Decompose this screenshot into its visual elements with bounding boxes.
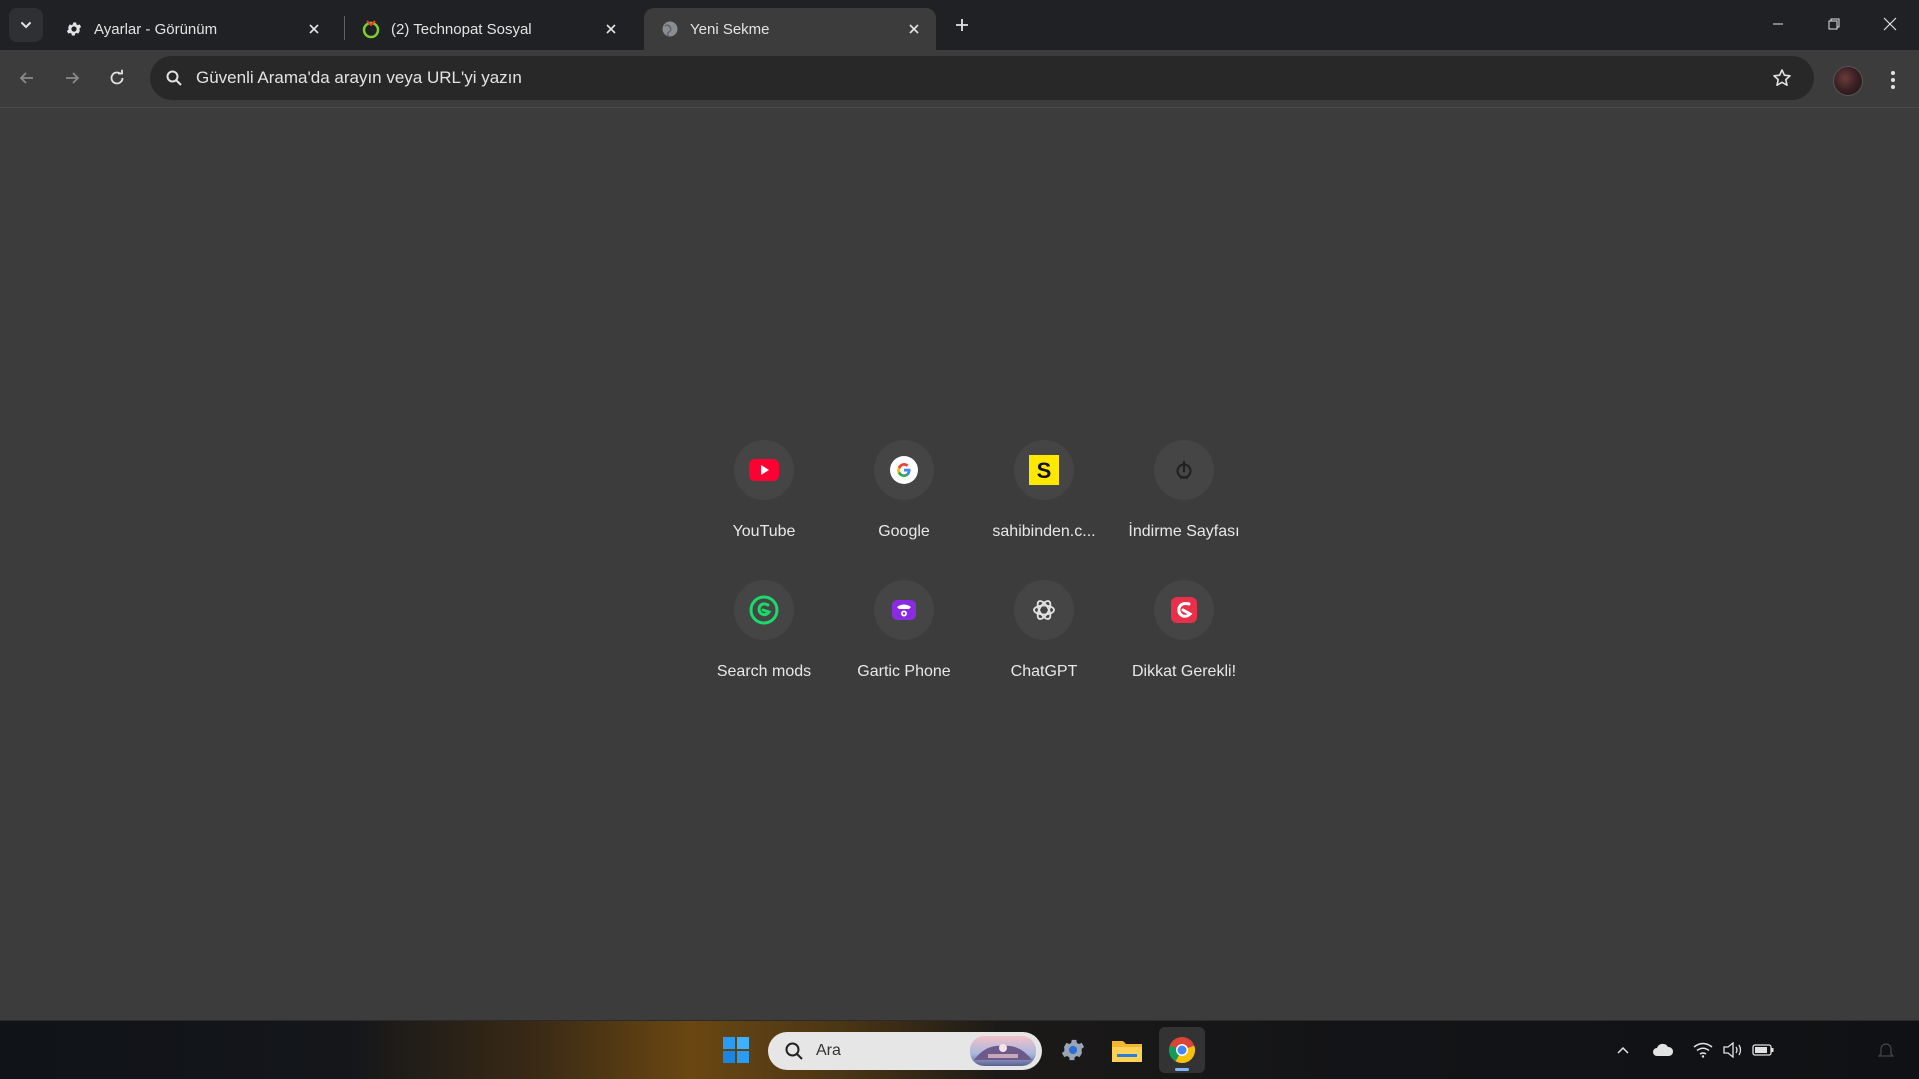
restore-button[interactable] (1806, 0, 1862, 48)
address-bar[interactable]: Güvenli Arama'da arayın veya URL'yi yazı… (150, 56, 1814, 100)
close-icon[interactable] (904, 19, 924, 39)
shortcut-google[interactable]: Google (834, 436, 974, 554)
shortcut-grid: YouTube Google S sahibinden.c... İndirme… (694, 436, 1254, 694)
close-icon[interactable] (304, 19, 324, 39)
tab-strip: Ayarlar - Görünüm (2) Technopat Sosyal Y… (0, 0, 1919, 50)
tray-notifications[interactable] (1873, 1035, 1899, 1065)
chrome-icon (1168, 1037, 1196, 1064)
taskbar-chrome[interactable] (1159, 1027, 1205, 1073)
shortcut-label: Dikkat Gerekli! (1131, 663, 1237, 680)
tray-onedrive[interactable] (1650, 1035, 1676, 1065)
shortcut-label: Gartic Phone (857, 663, 951, 680)
battery-icon (1752, 1044, 1774, 1056)
close-icon (1883, 17, 1897, 31)
cloud-icon (1653, 1043, 1674, 1056)
windows-start-icon (723, 1037, 749, 1063)
taskbar-search[interactable]: Ara (768, 1032, 1042, 1070)
browser-menu-button[interactable] (1877, 64, 1909, 96)
toolbar: Güvenli Arama'da arayın veya URL'yi yazı… (0, 50, 1919, 108)
tab-new-tab[interactable]: Yeni Sekme (644, 8, 936, 50)
attention-icon (1154, 580, 1214, 640)
globe-icon (660, 19, 680, 39)
reload-button[interactable] (100, 61, 134, 95)
minimize-button[interactable] (1750, 0, 1806, 48)
google-icon (874, 440, 934, 500)
shortcut-label: Google (878, 523, 930, 540)
gear-icon (64, 19, 84, 39)
bell-icon (1878, 1043, 1894, 1057)
shortcut-label: sahibinden.c... (992, 523, 1096, 540)
arrow-right-icon (66, 72, 80, 84)
taskbar-settings[interactable] (1050, 1027, 1096, 1073)
volume-icon (1723, 1042, 1742, 1058)
shortcut-label: ChatGPT (1010, 663, 1078, 680)
plus-icon (956, 19, 968, 31)
shortcut-gartic-phone[interactable]: Gartic Phone (834, 576, 974, 694)
youtube-icon (734, 440, 794, 500)
file-explorer-icon (1112, 1041, 1142, 1062)
new-tab-button[interactable] (947, 10, 977, 40)
chevron-up-icon (1617, 1046, 1629, 1054)
close-window-button[interactable] (1862, 0, 1918, 48)
shortcut-download-page[interactable]: İndirme Sayfası (1114, 436, 1254, 554)
tray-volume[interactable] (1720, 1035, 1746, 1065)
taskbar-file-explorer[interactable] (1104, 1027, 1150, 1073)
minimize-icon (1773, 23, 1783, 25)
gartic-phone-icon (874, 580, 934, 640)
tab-title: Yeni Sekme (690, 20, 770, 38)
shortcut-attention-required[interactable]: Dikkat Gerekli! (1114, 576, 1254, 694)
tray-wifi[interactable] (1690, 1035, 1716, 1065)
bookmark-star-icon[interactable] (1766, 62, 1798, 94)
search-mods-icon (734, 580, 794, 640)
chevron-down-icon (21, 22, 31, 29)
tab-title: Ayarlar - Görünüm (94, 20, 218, 38)
sahibinden-icon: S (1014, 440, 1074, 500)
technopat-icon (361, 19, 381, 39)
shortcut-search-mods[interactable]: Search mods (694, 576, 834, 694)
kebab-menu-icon (1891, 71, 1895, 89)
svg-text:S: S (1037, 458, 1052, 483)
search-icon (162, 66, 186, 90)
chatgpt-icon (1014, 580, 1074, 640)
tray-battery[interactable] (1750, 1035, 1776, 1065)
windows-start-button[interactable] (713, 1027, 759, 1073)
show-hidden-icons-button[interactable] (1610, 1035, 1636, 1065)
search-highlight-image (970, 1036, 1036, 1066)
tab-settings[interactable]: Ayarlar - Görünüm (48, 8, 336, 50)
shortcut-label: YouTube (732, 523, 796, 540)
taskbar-search-text: Ara (816, 1042, 841, 1059)
close-icon[interactable] (601, 19, 621, 39)
shortcut-sahibinden[interactable]: S sahibinden.c... (974, 436, 1114, 554)
back-button[interactable] (10, 61, 44, 95)
tab-technopat[interactable]: (2) Technopat Sosyal (345, 8, 633, 50)
forward-button[interactable] (55, 61, 89, 95)
shortcut-youtube[interactable]: YouTube (694, 436, 834, 554)
shortcut-chatgpt[interactable]: ChatGPT (974, 576, 1114, 694)
download-page-icon (1154, 440, 1214, 500)
settings-icon (1061, 1039, 1085, 1061)
wifi-icon (1693, 1042, 1713, 1058)
taskbar: Ara (0, 1020, 1919, 1079)
address-bar-placeholder: Güvenli Arama'da arayın veya URL'yi yazı… (196, 68, 522, 87)
profile-avatar[interactable] (1833, 66, 1863, 96)
reload-icon (110, 69, 124, 85)
shortcut-label: Search mods (716, 663, 812, 680)
restore-icon (1828, 18, 1840, 30)
search-icon (782, 1039, 806, 1063)
tab-title: (2) Technopat Sosyal (391, 20, 532, 38)
shortcut-label: İndirme Sayfası (1128, 523, 1240, 540)
tab-search-button[interactable] (9, 8, 43, 42)
arrow-left-icon (19, 72, 33, 84)
